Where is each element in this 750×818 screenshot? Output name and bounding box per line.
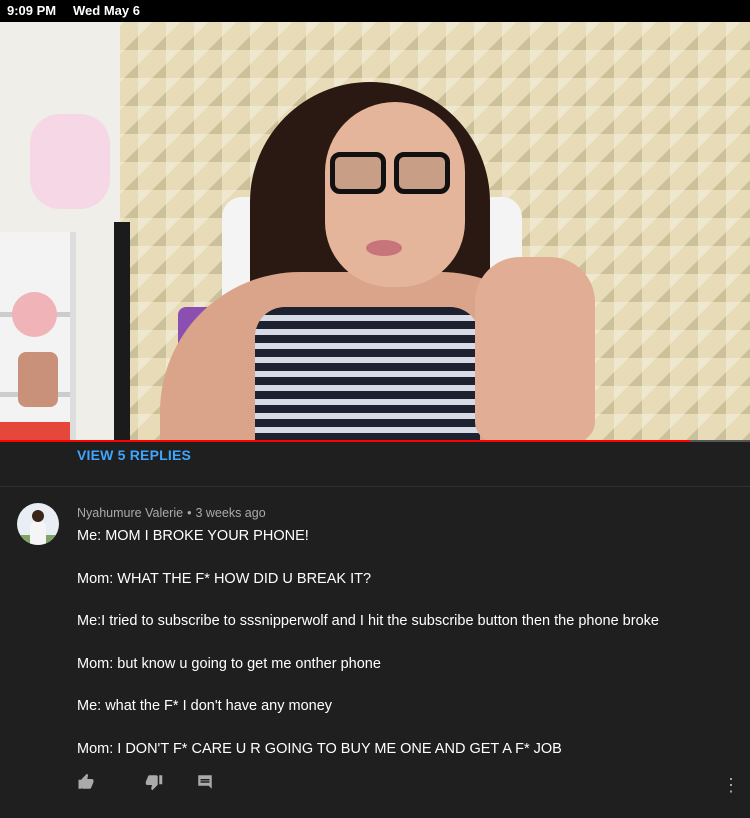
comment-icon[interactable] <box>196 773 218 795</box>
figure-toy <box>18 352 58 407</box>
status-bar: 9:09 PM Wed May 6 <box>0 0 750 22</box>
plush-toy <box>12 292 57 337</box>
more-vertical-icon[interactable]: ⋮ <box>722 775 740 796</box>
toy-shelf <box>0 232 76 442</box>
comment-line: Mom: WHAT THE F* HOW DID U BREAK IT? <box>77 571 372 587</box>
replies-section: VIEW 5 REPLIES <box>0 442 750 487</box>
status-date: Wed May 6 <box>73 3 140 18</box>
thumbs-down-icon[interactable] <box>145 773 167 795</box>
comment-time: 3 weeks ago <box>195 506 266 520</box>
comment-line: Me: MOM I BROKE YOUR PHONE! <box>77 528 309 544</box>
keyblade-prop <box>82 222 162 442</box>
pink-mask-toy <box>30 114 110 209</box>
comment-line: Me: what the F* I don't have any money <box>77 698 333 714</box>
avatar[interactable] <box>17 503 59 545</box>
red-box <box>0 422 70 442</box>
striped-top <box>255 307 480 442</box>
comment-line: Mom: but know u going to get me onther p… <box>77 656 381 672</box>
video-player[interactable] <box>0 22 750 442</box>
comment-actions: ⋮ <box>0 773 750 801</box>
thumbs-up-icon[interactable] <box>77 773 99 795</box>
comment-line: Mom: I DON'T F* CARE U R GOING TO BUY ME… <box>77 741 562 757</box>
comment-meta: Nyahumure Valerie • 3 weeks ago <box>77 506 266 520</box>
comment-author[interactable]: Nyahumure Valerie <box>77 506 183 520</box>
meta-separator: • <box>187 506 192 520</box>
glasses <box>330 152 458 197</box>
lips <box>366 240 402 256</box>
status-time: 9:09 PM <box>7 3 57 18</box>
view-replies-link[interactable]: VIEW 5 REPLIES <box>77 447 191 463</box>
comment-line: Me:I tried to subscribe to sssnipperwolf… <box>77 613 659 629</box>
raised-hand <box>475 257 595 442</box>
comment: Nyahumure Valerie • 3 weeks ago Me: MOM I … <box>0 487 750 818</box>
